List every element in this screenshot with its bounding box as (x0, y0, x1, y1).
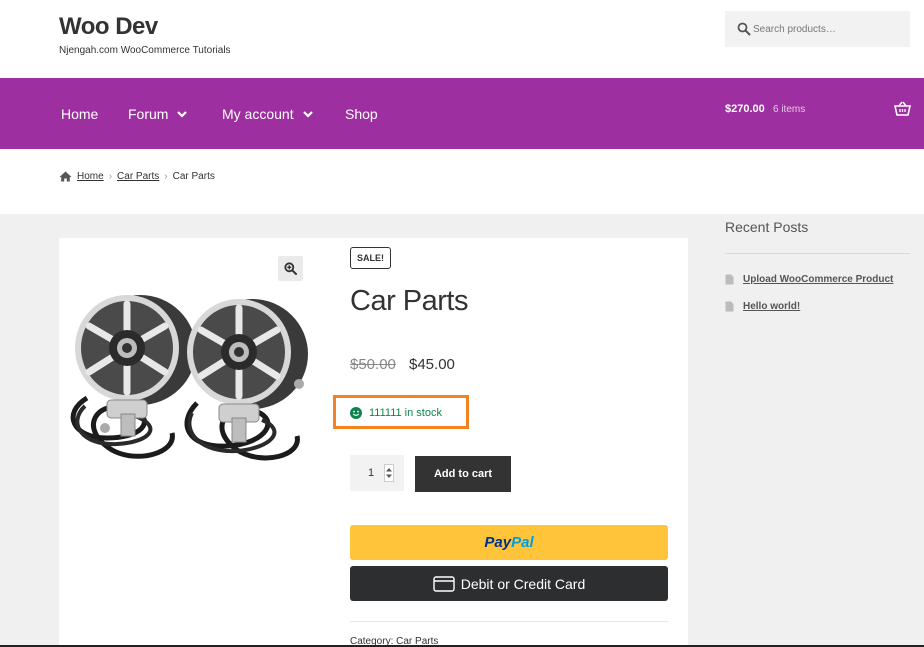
paypal-logo-pay: Pay (484, 534, 512, 551)
breadcrumb-band: Home › Car Parts › Car Parts (0, 149, 924, 214)
quantity-stepper[interactable] (350, 455, 404, 491)
nav-item-label: My account (222, 106, 294, 122)
home-icon (59, 171, 72, 182)
search-box[interactable] (725, 11, 910, 47)
nav-item-shop[interactable]: Shop (345, 106, 378, 122)
breadcrumb-category-link[interactable]: Car Parts (117, 171, 159, 182)
spinner-arrows-icon (386, 468, 392, 478)
primary-navigation: Home Forum My account Shop $270.00 6 ite… (0, 78, 924, 149)
stock-status: 111111 in stock (350, 407, 442, 419)
recent-post-link[interactable]: Upload WooCommerce Product (743, 274, 893, 285)
page: Woo Dev Njengah.com WooCommerce Tutorial… (0, 0, 924, 647)
add-to-cart-button[interactable]: Add to cart (415, 456, 511, 492)
stock-text: 111111 in stock (369, 407, 442, 419)
document-icon (725, 274, 734, 285)
search-icon (737, 22, 751, 36)
paypal-logo-pal: Pal (511, 534, 534, 551)
breadcrumb-home-link[interactable]: Home (77, 171, 104, 182)
sale-price: $45.00 (409, 356, 455, 373)
sale-badge: SALE! (350, 247, 391, 269)
zoom-in-icon (284, 262, 297, 275)
meta-divider (350, 621, 668, 622)
quantity-spinner[interactable] (384, 464, 394, 482)
image-zoom-button[interactable] (278, 256, 303, 281)
product-card: SALE! Car Parts $50.00 $45.00 111111 in … (59, 238, 688, 647)
nav-item-label: Shop (345, 106, 378, 122)
recent-post-link[interactable]: Hello world! (743, 301, 800, 312)
cart-total[interactable]: $270.00 (725, 103, 765, 115)
nav-item-my-account[interactable]: My account (222, 106, 313, 122)
recent-post-item[interactable]: Upload WooCommerce Product (725, 274, 893, 285)
smiley-icon (350, 407, 362, 419)
breadcrumb-current: Car Parts (172, 171, 215, 182)
document-icon (725, 301, 734, 312)
nav-item-forum[interactable]: Forum (128, 106, 188, 122)
product-image[interactable] (67, 288, 315, 488)
quantity-input[interactable] (356, 455, 386, 491)
nav-item-label: Forum (128, 106, 169, 122)
credit-card-icon (433, 575, 455, 592)
cart-count[interactable]: 6 items (773, 104, 805, 115)
basket-icon[interactable] (894, 101, 911, 116)
recent-posts-title: Recent Posts (725, 219, 809, 235)
site-header: Woo Dev Njengah.com WooCommerce Tutorial… (0, 0, 924, 78)
product-title: Car Parts (350, 285, 468, 317)
debit-credit-card-button[interactable]: Debit or Credit Card (350, 566, 668, 601)
debit-credit-card-label: Debit or Credit Card (460, 575, 586, 592)
chevron-down-icon (302, 110, 313, 118)
breadcrumb-separator: › (108, 171, 113, 182)
breadcrumb: Home › Car Parts › Car Parts (59, 171, 215, 182)
regular-price: $50.00 (350, 356, 396, 373)
site-description: Njengah.com WooCommerce Tutorials (59, 45, 231, 56)
widget-divider (725, 253, 910, 254)
chevron-down-icon (177, 110, 188, 118)
site-title[interactable]: Woo Dev (59, 13, 158, 41)
nav-item-home[interactable]: Home (61, 106, 98, 122)
recent-post-item[interactable]: Hello world! (725, 301, 800, 312)
breadcrumb-separator: › (164, 171, 168, 182)
nav-item-label: Home (61, 106, 99, 122)
paypal-button[interactable]: Pay Pal (350, 525, 668, 560)
search-input[interactable] (753, 11, 903, 47)
